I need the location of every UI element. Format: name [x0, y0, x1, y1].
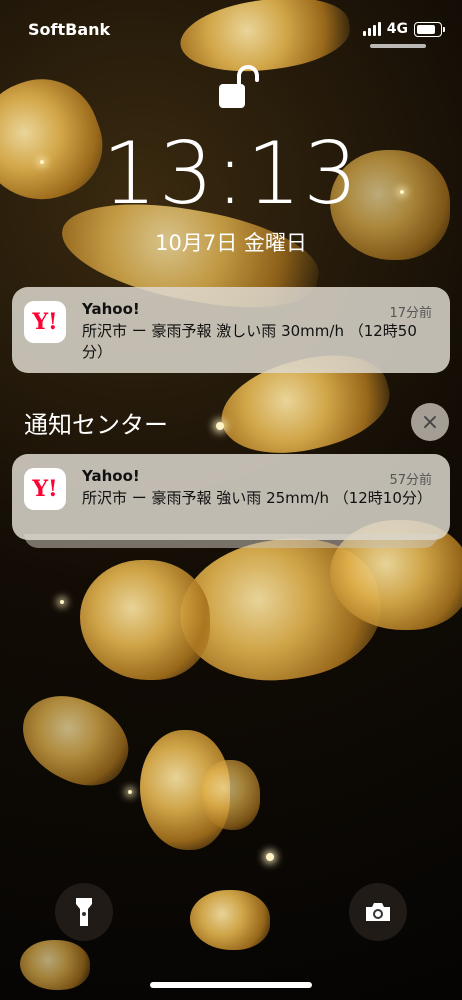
camera-button[interactable] [349, 883, 407, 941]
yahoo-app-icon: Y! [24, 301, 66, 343]
notification-timestamp: 17分前 [389, 306, 432, 321]
notification-app-name: Yahoo! [82, 467, 140, 485]
battery-icon [414, 21, 445, 37]
flashlight-icon [76, 898, 92, 926]
cellular-signal-icon [362, 22, 381, 36]
notification-card[interactable]: Y! Yahoo! 57分前 所沢市 ー 豪雨予報 強い雨 25mm/h （12… [12, 454, 450, 540]
carrier-label: SoftBank [28, 20, 111, 39]
lock-screen: SoftBank 4G 13:13 10月7日 金曜日 Y! Yahoo! 17… [0, 0, 462, 1000]
flashlight-button[interactable] [55, 883, 113, 941]
close-icon: × [420, 409, 440, 435]
control-center-indicator[interactable] [370, 44, 426, 48]
notification-message: 所沢市 ー 豪雨予報 強い雨 25mm/h （12時10分） [82, 489, 432, 507]
notification-card[interactable]: Y! Yahoo! 17分前 所沢市 ー 豪雨予報 激しい雨 30mm/h （1… [12, 287, 450, 373]
home-indicator[interactable] [150, 982, 312, 988]
notification-app-name: Yahoo! [82, 300, 140, 318]
yahoo-app-icon: Y! [24, 468, 66, 510]
network-type: 4G [386, 21, 408, 37]
clock-date: 10月7日 金曜日 [155, 231, 307, 255]
notification-message: 所沢市 ー 豪雨予報 激しい雨 30mm/h （12時50分） [82, 322, 417, 361]
notification-timestamp: 57分前 [389, 473, 432, 488]
camera-icon [366, 903, 390, 921]
clear-notifications-button[interactable]: × [411, 403, 449, 441]
status-bar: SoftBank 4G [0, 0, 462, 56]
clock-time: 13:13 [102, 124, 360, 224]
notification-center-title: 通知センター [24, 411, 168, 439]
unlocked-padlock-icon [217, 64, 261, 112]
